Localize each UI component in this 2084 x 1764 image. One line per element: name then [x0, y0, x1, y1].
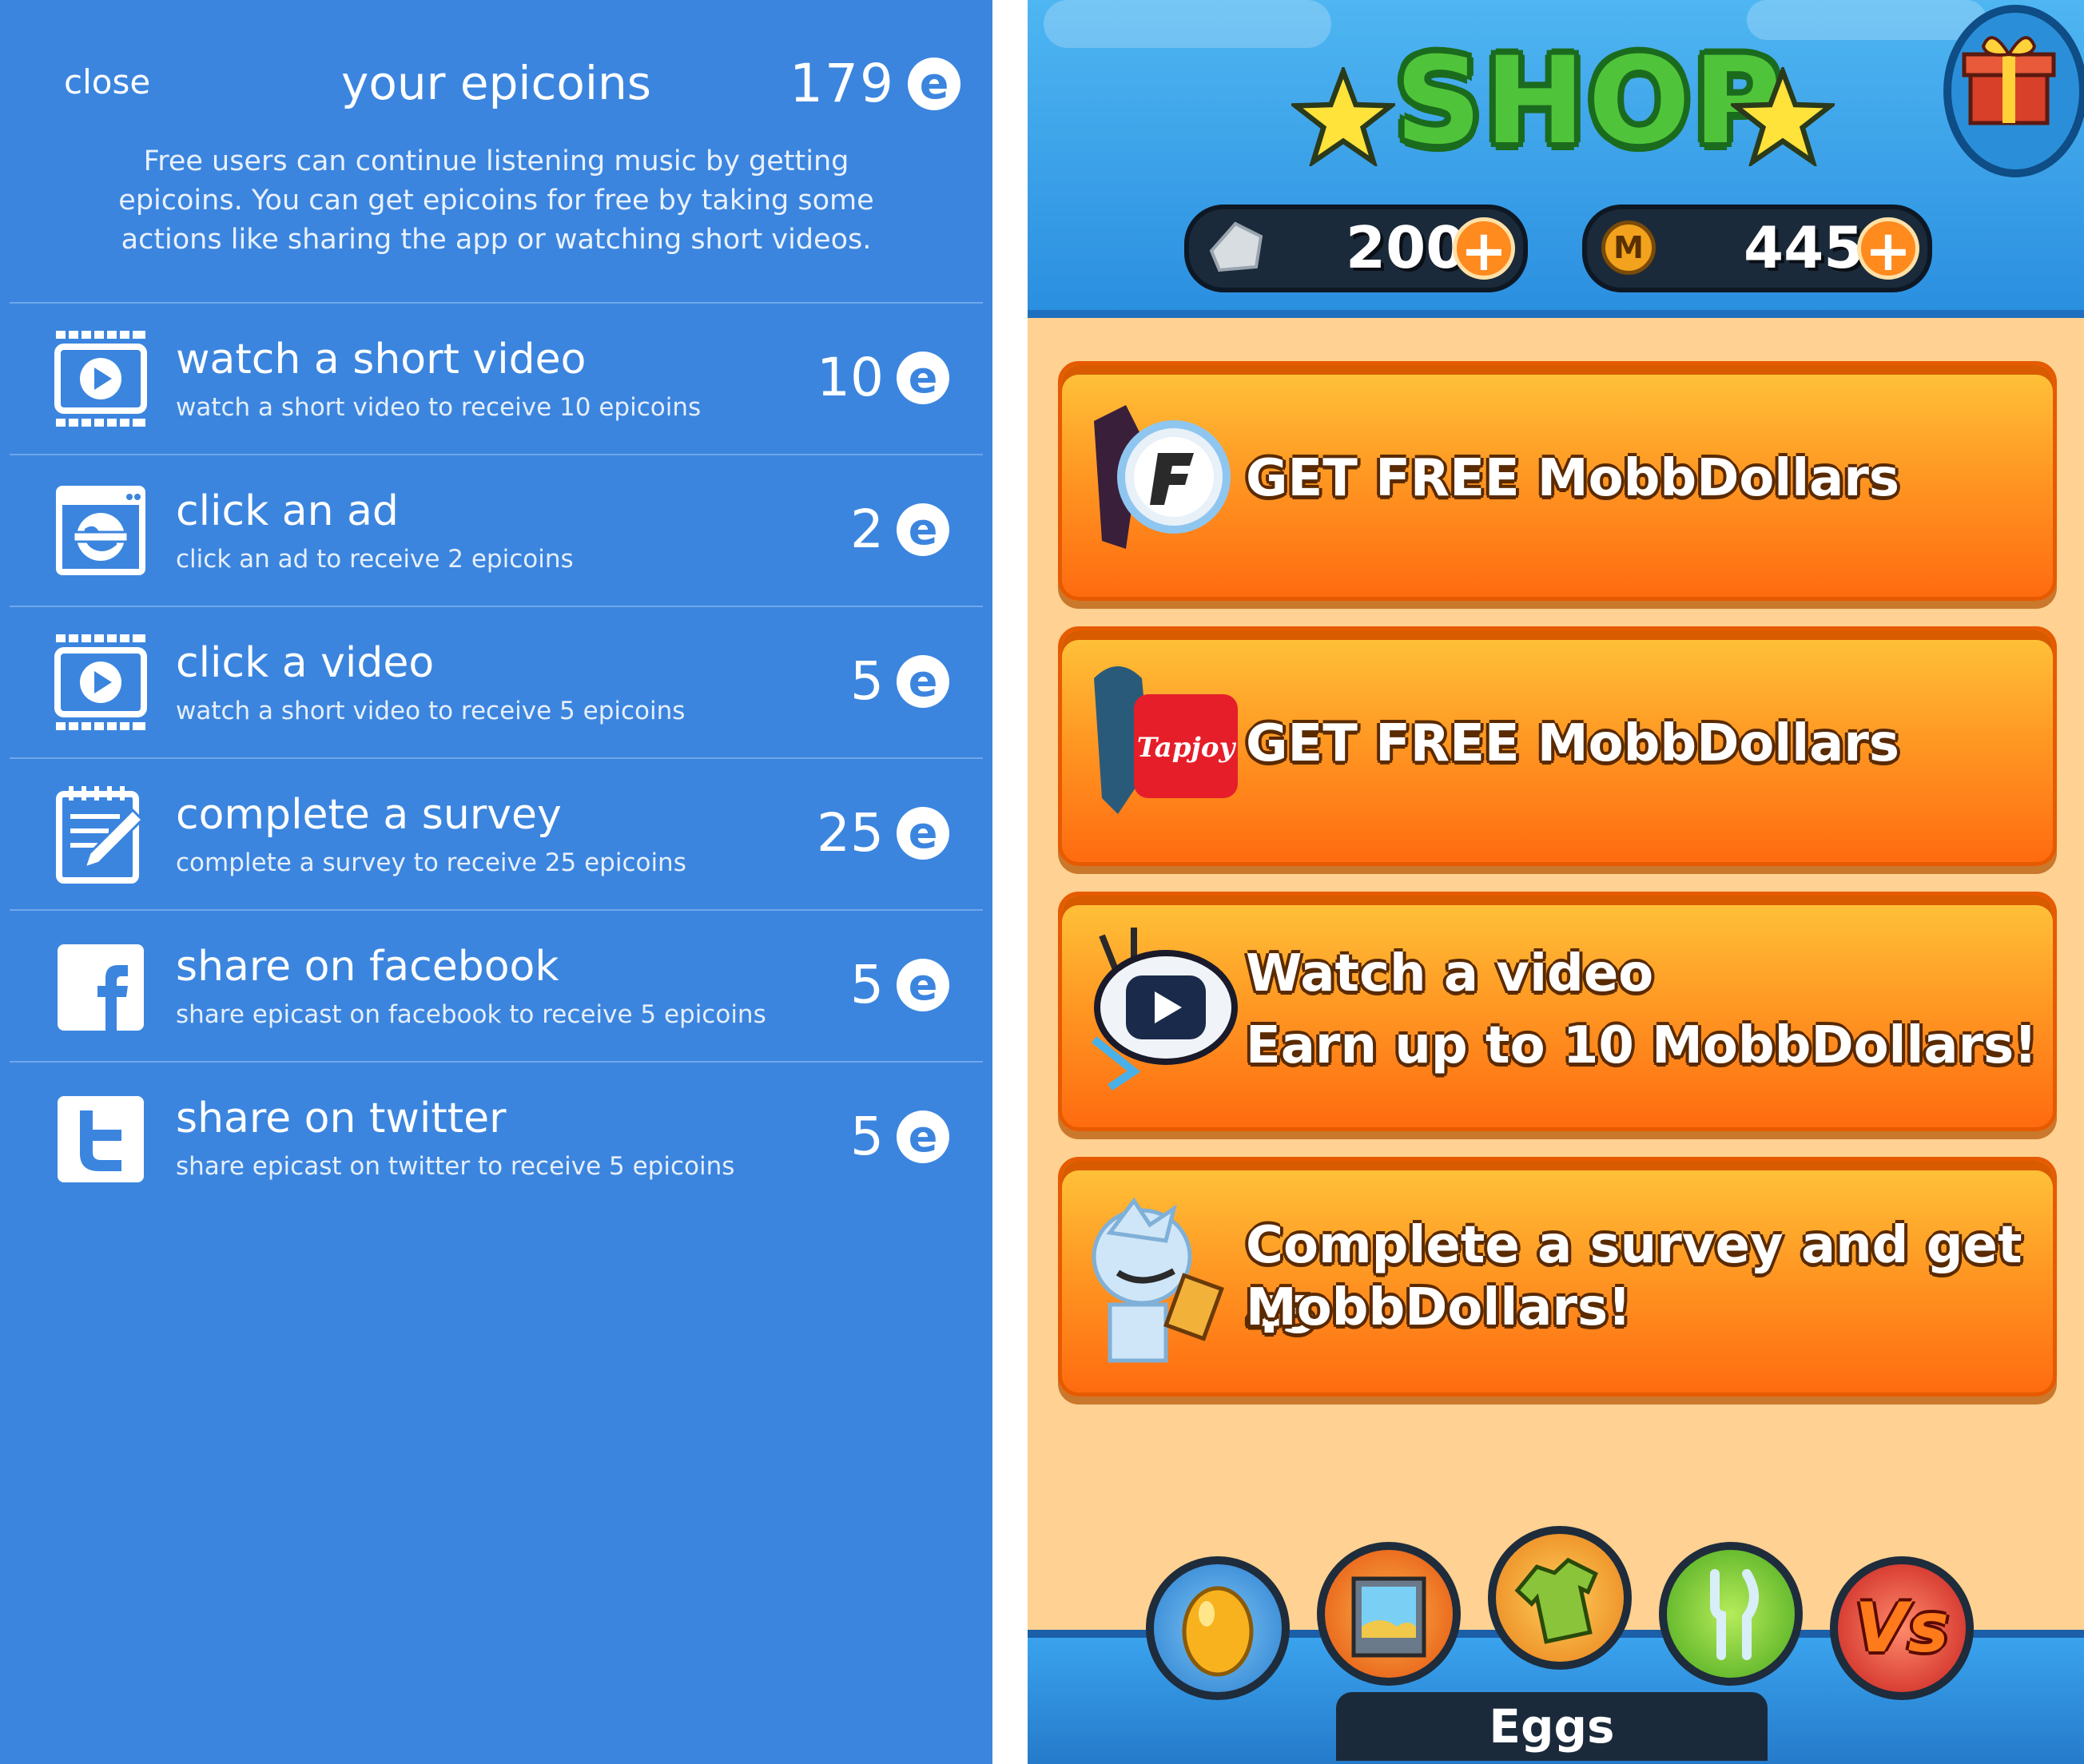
action-title: click a video [176, 639, 435, 687]
survey-character-icon [1092, 1197, 1224, 1363]
gift-icon [1962, 36, 2056, 125]
epicoin-icon: e [897, 806, 949, 860]
shop-panel: SHOP 200 + M 445 + GET FREE MobbDollars … [1028, 0, 2084, 1764]
offer-button-fyber[interactable]: GET FREE MobbDollars [1058, 361, 2057, 601]
action-list: watch a short video watch a short video … [10, 302, 983, 1213]
video-icon [54, 331, 147, 427]
description-text: Free users can continue listening music … [118, 145, 874, 256]
epicoin-icon: e [908, 57, 960, 110]
coin-icon: M [1601, 220, 1656, 275]
epicoin-icon: e [897, 1110, 949, 1163]
offer-button-tapjoy[interactable]: Tapjoy GET FREE MobbDollars [1058, 626, 2057, 866]
nav-clothes-button[interactable] [1488, 1526, 1632, 1670]
versus-icon: Vs [1855, 1588, 1949, 1668]
offer-text: GET FREE MobbDollars [1246, 714, 1899, 773]
twitter-icon [58, 1096, 144, 1182]
nav-food-button[interactable] [1659, 1542, 1803, 1686]
balance-value: 179 [789, 53, 895, 114]
survey-icon [56, 786, 145, 884]
reward-value: 25 [817, 802, 884, 864]
reward-amount: 2 e [850, 499, 949, 560]
shop-header: SHOP 200 + M 445 + [1028, 0, 2084, 318]
add-gems-button[interactable]: + [1453, 217, 1515, 280]
reward-value: 10 [817, 347, 884, 408]
epicoin-icon: e [897, 351, 949, 404]
action-row-survey[interactable]: complete a survey complete a survey to r… [10, 757, 983, 909]
fyber-icon [1094, 405, 1231, 549]
action-subtitle: share epicast on twitter to receive 5 ep… [176, 1152, 735, 1181]
reward-value: 2 [850, 499, 884, 560]
epicoins-panel: close your epicoins 179 e Free users can… [0, 0, 992, 1764]
star-icon [1731, 67, 1835, 166]
action-subtitle: watch a short video to receive 10 epicoi… [176, 393, 702, 422]
offer-text: Watch a video [1246, 944, 1654, 1003]
epicoin-icon: e [897, 654, 949, 708]
offer-text-line2: Earn up to 10 MobbDollars! [1246, 1016, 2038, 1075]
facebook-icon [58, 944, 144, 1031]
close-button[interactable]: close [64, 62, 150, 101]
offer-text: GET FREE MobbDollars [1246, 449, 1899, 508]
nav-versus-button[interactable]: Vs [1830, 1556, 1974, 1700]
action-title: complete a survey [176, 791, 562, 839]
epicoin-icon: e [897, 958, 949, 1011]
cutlery-icon [1710, 1569, 1759, 1660]
action-row-watch-video[interactable]: watch a short video watch a short video … [10, 302, 983, 454]
action-title: watch a short video [176, 336, 587, 383]
coins-counter[interactable]: M 445 + [1582, 205, 1932, 292]
picture-frame-icon [1351, 1576, 1426, 1658]
diamond-icon [1209, 221, 1263, 272]
reward-value: 5 [850, 954, 884, 1015]
offer-button-survey[interactable]: Complete a survey and get 45 MobbDollars… [1058, 1157, 2057, 1396]
reward-amount: 5 e [850, 1106, 949, 1167]
shirt-icon [1514, 1557, 1598, 1644]
offer-text-line2: MobbDollars! [1246, 1278, 1632, 1337]
reward-amount: 25 e [817, 802, 949, 864]
offer-button-video[interactable]: Watch a video Earn up to 10 MobbDollars! [1058, 892, 2057, 1131]
gems-value: 200 [1346, 214, 1466, 281]
action-row-twitter[interactable]: share on twitter share epicast on twitte… [10, 1061, 983, 1213]
reward-amount: 5 e [850, 650, 949, 712]
action-subtitle: click an ad to receive 2 epicoins [176, 545, 574, 574]
gift-button[interactable] [1943, 5, 2084, 177]
epicoin-balance: 179 e [789, 53, 960, 114]
action-subtitle: share epicast on facebook to receive 5 e… [176, 1000, 766, 1029]
epicoin-icon: e [897, 503, 949, 556]
action-title: click an ad [176, 487, 399, 535]
action-row-click-video[interactable]: click a video watch a short video to rec… [10, 606, 983, 757]
reward-amount: 5 e [850, 954, 949, 1015]
tapjoy-icon: Tapjoy [1094, 666, 1238, 814]
nav-backgrounds-button[interactable] [1317, 1542, 1461, 1686]
ad-browser-icon [56, 486, 145, 575]
tapjoy-label: Tapjoy [1137, 732, 1237, 764]
video-robot-icon [1091, 928, 1238, 1091]
reward-value: 5 [850, 650, 884, 712]
add-coins-button[interactable]: + [1857, 217, 1919, 280]
selected-nav-label: Eggs [1336, 1692, 1768, 1761]
reward-value: 5 [850, 1106, 884, 1167]
nav-eggs-button[interactable] [1146, 1556, 1290, 1700]
action-subtitle: complete a survey to receive 25 epicoins [176, 848, 686, 877]
action-title: share on facebook [176, 943, 559, 991]
gems-counter[interactable]: 200 + [1184, 205, 1528, 292]
coins-value: 445 [1744, 214, 1864, 281]
star-icon [1291, 67, 1395, 166]
action-row-facebook[interactable]: share on facebook share epicast on faceb… [10, 909, 983, 1061]
reward-amount: 10 e [817, 347, 949, 408]
action-subtitle: watch a short video to receive 5 epicoin… [176, 697, 686, 725]
action-row-click-ad[interactable]: click an ad click an ad to receive 2 epi… [10, 454, 983, 606]
action-title: share on twitter [176, 1095, 507, 1142]
video-icon [54, 634, 147, 730]
egg-icon [1182, 1586, 1254, 1677]
shop-title: SHOP [1395, 32, 1785, 171]
